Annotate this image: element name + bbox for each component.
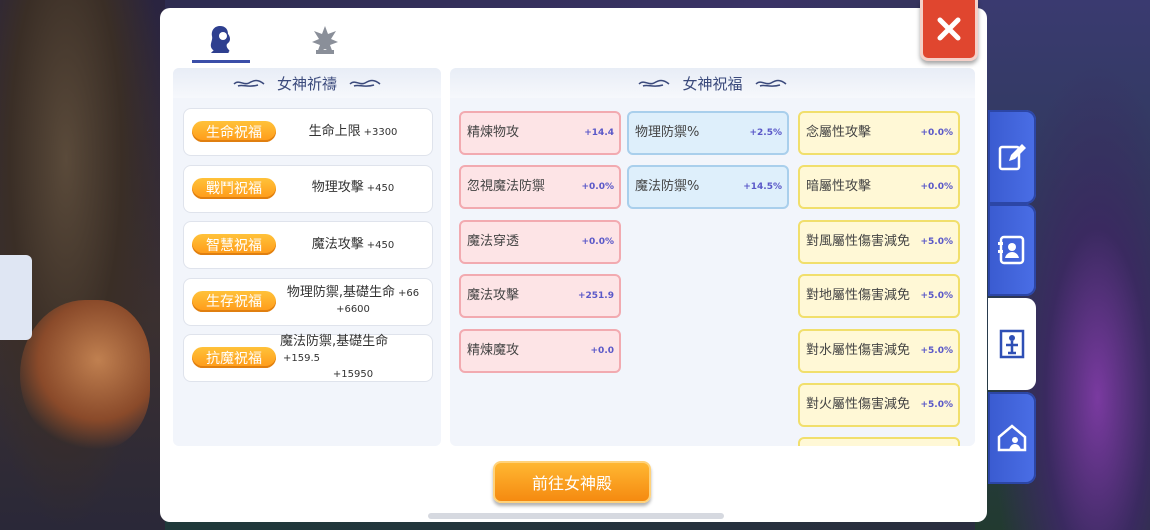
prayer-row: 智慧祝福 魔法攻擊 +450 [183,221,433,269]
stat-name: 魔法攻擊 [467,288,520,303]
active-tab-underline [192,60,250,63]
stat-value: +0.0% [581,182,614,192]
blessing-stat: 對火屬性傷害減免 +5.0% [798,383,960,427]
blessing-stat: 精煉魔攻 +0.0 [459,329,621,373]
swirl-ornament-icon [754,79,786,87]
prayer-value: +159.5 [283,352,321,364]
stat-value: +0.0% [920,128,953,138]
prayer-row: 抗魔祝福 魔法防禦,基礎生命 +159.5 +15950 [183,334,433,382]
prayer-list: 生命祝福 生命上限 +3300 戰鬥祝福 物理攻擊 +450 智慧祝福 魔法攻擊 +4… [183,108,433,391]
prayer-value-2: +15950 [332,368,374,380]
prayer-panel: 女神祈禱 生命祝福 生命上限 +3300 戰鬥祝福 物理攻擊 +450 智慧祝福 魔… [173,68,441,446]
background-creature [20,300,150,450]
prayer-title: 女神祈禱 [276,74,337,93]
swirl-ornament-icon [638,79,670,87]
prayer-value: +3300 [363,126,398,138]
prayer-header: 女神祈禱 [173,68,441,98]
stat-value: +0.0 [590,346,614,356]
stat-name: 忽視魔法防禦 [467,179,546,194]
side-tab-contacts[interactable] [988,204,1036,296]
blessing-stat: 魔法防禦% +14.5% [627,165,789,209]
edit-icon [998,144,1026,171]
stat-name: 魔法防禦% [635,179,700,194]
prayer-badge: 抗魔祝福 [192,347,276,368]
guild-house-icon [997,424,1027,452]
side-tab-goddess[interactable] [988,298,1036,390]
emblem-icon [312,26,338,54]
swirl-ornament-icon [233,79,265,87]
side-tab-guild[interactable] [988,392,1036,484]
prayer-desc-text: 魔法攻擊 [311,236,364,252]
swirl-ornament-icon [349,79,381,87]
prayer-row: 生命祝福 生命上限 +3300 [183,108,433,156]
prayer-desc: 魔法防禦,基礎生命 +159.5 +15950 [280,333,426,381]
blessing-panel: 女神祝福 精煉物攻 +14.4 忽視魔法防禦 +0.0% 魔法穿透 +0.0% 魔法攻… [450,68,975,446]
stat-value: +5.0% [920,400,953,410]
blessing-grid: 精煉物攻 +14.4 忽視魔法防禦 +0.0% 魔法穿透 +0.0% 魔法攻擊 +251… [459,111,964,446]
stat-value: +14.4 [584,128,614,138]
stat-value: +2.5% [749,128,782,138]
prayer-desc: 物理攻擊 +450 [280,166,426,212]
prayer-badge: 生命祝福 [192,121,276,142]
prayer-badge: 生存祝福 [192,290,276,312]
stat-name: 精煉物攻 [467,125,520,140]
prayer-desc-text: 物理防禦,基礎生命 [286,285,396,300]
stat-value: +0.0% [581,237,614,247]
stat-value: +5.0% [920,237,953,247]
prayer-row: 戰鬥祝福 物理攻擊 +450 [183,164,433,213]
contact-card-icon [998,235,1025,265]
blessing-stat: 對水屬性傷害減免 +5.0% [798,329,960,373]
stat-name: 對水屬性傷害減免 [806,343,911,358]
stat-value: +5.0% [920,346,953,356]
prayer-desc-text: 魔法防禦,基礎生命 [280,333,389,349]
stat-value: +251.9 [577,291,614,301]
prayer-desc-text: 生命上限 [308,123,361,139]
blessing-header: 女神祝福 [450,68,975,98]
blessing-stat-partial [798,437,960,446]
tab-goddess[interactable] [192,18,248,62]
stat-value: +0.0% [920,182,953,192]
close-button[interactable] [920,0,978,61]
prayer-row: 生存祝福 物理防禦,基礎生命 +66 +6600 [183,277,433,326]
blessing-stat: 忽視魔法防禦 +0.0% [459,165,621,209]
prayer-value-2: +6600 [336,304,370,315]
blessing-stat: 魔法攻擊 +251.9 [459,274,621,318]
goddess-portrait-icon [210,26,230,53]
blessing-title: 女神祝福 [682,74,743,93]
blessing-stat: 念屬性攻擊 +0.0% [798,111,960,155]
stat-name: 暗屬性攻擊 [806,179,872,194]
blessing-stat: 對地屬性傷害減免 +5.0% [798,274,960,318]
scroll-indicator[interactable] [428,513,724,519]
blessing-stat: 物理防禦% +2.5% [627,111,789,155]
stat-name: 魔法穿透 [467,234,520,249]
stat-name: 物理防禦% [635,125,700,140]
stat-name: 對地屬性傷害減免 [806,288,911,303]
modal-tabbar [160,8,987,68]
prayer-desc: 生命上限 +3300 [280,109,426,155]
stat-value: +14.5% [743,182,782,192]
stat-name: 精煉魔攻 [467,343,520,358]
blessing-stat: 對風屬性傷害減免 +5.0% [798,220,960,264]
blessing-stat: 魔法穿透 +0.0% [459,220,621,264]
prayer-desc: 魔法攻擊 +450 [280,222,426,268]
prayer-badge: 智慧祝福 [192,234,276,255]
tab-emblem[interactable] [297,18,353,62]
stat-name: 念屬性攻擊 [806,125,872,140]
prayer-badge: 戰鬥祝福 [192,177,276,199]
stat-name: 對火屬性傷害減免 [806,397,911,412]
prayer-value: +450 [366,239,395,251]
blessing-stat: 暗屬性攻擊 +0.0% [798,165,960,209]
prayer-value: +66 [398,288,420,299]
close-icon [937,17,961,41]
goto-goddess-temple-button[interactable]: 前往女神殿 [493,461,651,503]
background-side-tab [0,255,32,340]
goddess-statue-icon [999,329,1025,359]
prayer-value: +450 [366,183,395,194]
prayer-desc: 物理防禦,基礎生命 +66 +6600 [280,279,426,325]
stat-value: +5.0% [920,291,953,301]
prayer-desc-text: 物理攻擊 [311,180,364,195]
blessing-stat: 精煉物攻 +14.4 [459,111,621,155]
side-tab-edit[interactable] [988,110,1036,204]
stat-name: 對風屬性傷害減免 [806,234,911,249]
